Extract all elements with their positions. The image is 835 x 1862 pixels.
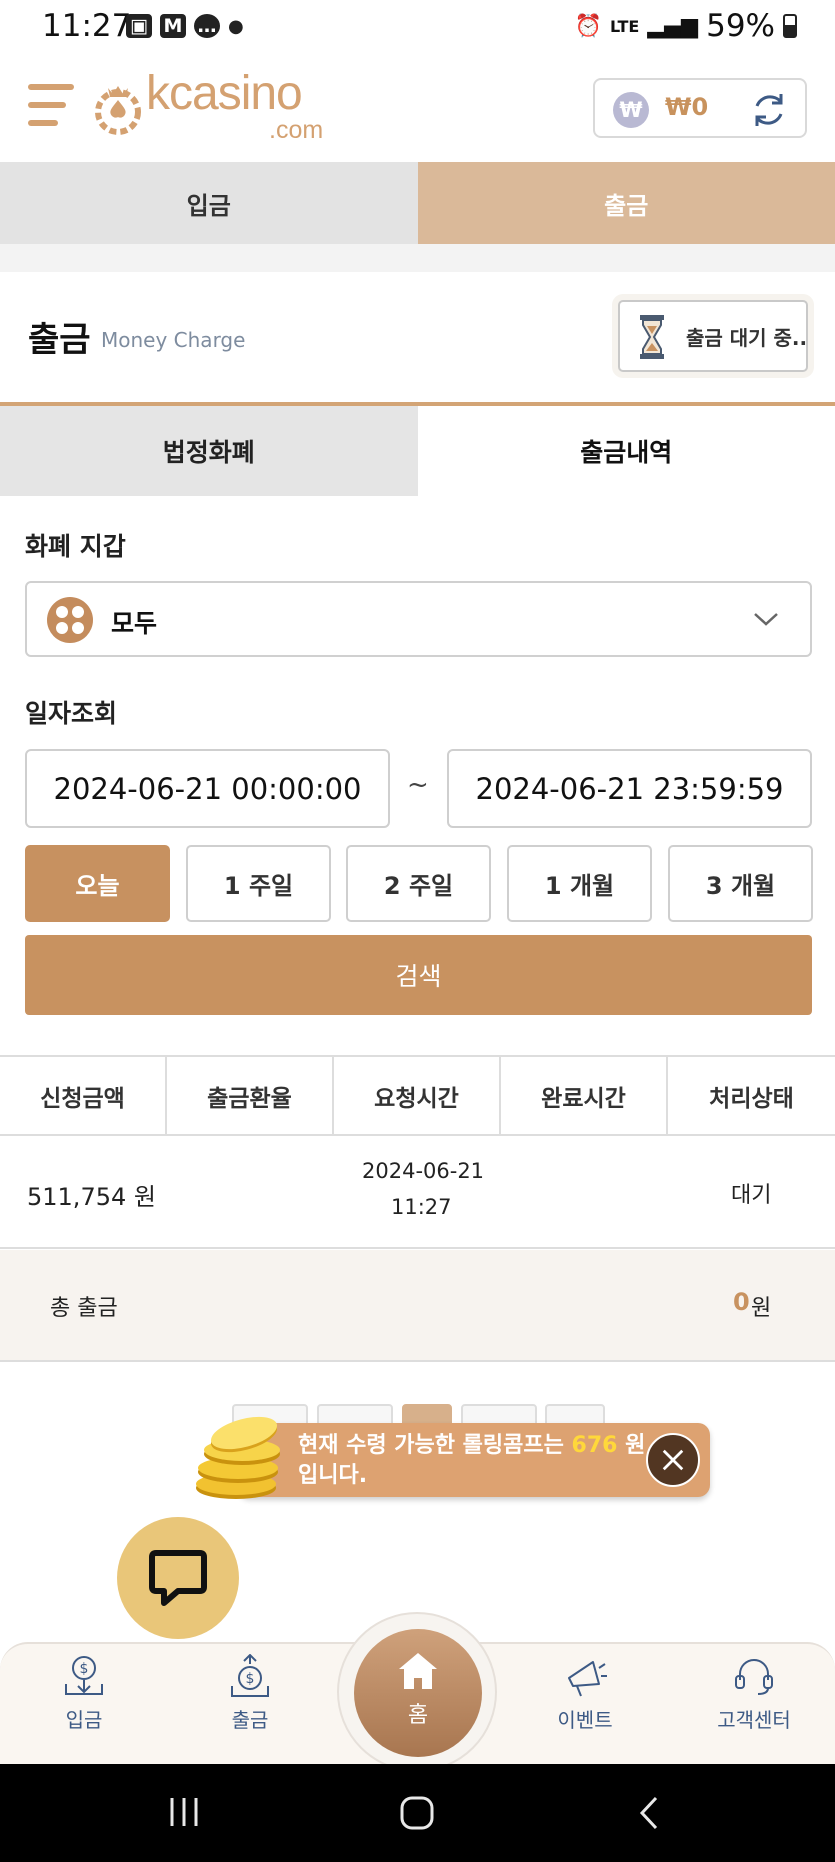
- status-bar: 11:27 ▣ M … ● ⏰ LTE ▂▄▆ 59%: [0, 0, 835, 54]
- tab-deposit[interactable]: 입금: [0, 162, 418, 244]
- nav-event-label: 이벤트: [557, 1708, 613, 1732]
- date-separator: ~: [407, 770, 429, 800]
- system-nav-bar: [0, 1764, 835, 1862]
- row-amount: 511,754 원: [27, 1183, 156, 1211]
- table-header: 신청금액 출금환율 요청시간 완료시간 처리상태: [0, 1055, 835, 1136]
- nav-withdraw-label: 출금: [231, 1708, 269, 1732]
- nav-event[interactable]: 이벤트: [525, 1654, 645, 1733]
- table-row: 511,754 원 2024-06-21 11:27 대기: [0, 1137, 835, 1249]
- refresh-icon[interactable]: [747, 88, 791, 132]
- won-coin-icon: ₩: [613, 92, 649, 128]
- wallet-filter-label: 화폐 지갑: [25, 532, 126, 561]
- status-time: 11:27: [42, 8, 132, 44]
- battery-percent: 59%: [706, 8, 775, 44]
- nav-home[interactable]: 홈: [354, 1629, 482, 1757]
- home-system-icon[interactable]: [398, 1794, 436, 1832]
- pending-withdraw-button[interactable]: 출금 대기 중..: [618, 300, 808, 372]
- app-header: kcasino .com ₩ ₩0: [0, 54, 835, 162]
- chevron-down-icon: [754, 613, 778, 626]
- chat-button[interactable]: [117, 1517, 239, 1639]
- svg-text:$: $: [80, 1661, 89, 1677]
- notification-icons: ▣ M … ●: [126, 14, 244, 38]
- gallery-icon: ▣: [126, 14, 152, 38]
- logo-domain: .com: [269, 116, 324, 144]
- tab-withdraw[interactable]: 출금: [417, 162, 835, 244]
- menu-icon[interactable]: [28, 84, 74, 128]
- nav-home-label: 홈: [407, 1703, 429, 1728]
- row-request-time: 11:27: [391, 1195, 452, 1219]
- range-1month-button[interactable]: 1 개월: [507, 845, 652, 922]
- total-value: 0: [733, 1288, 750, 1316]
- chat-icon: [149, 1550, 207, 1606]
- row-request-date: 2024-06-21: [362, 1159, 485, 1183]
- col-status[interactable]: 처리상태: [668, 1057, 835, 1134]
- nav-deposit[interactable]: $ 입금: [24, 1654, 144, 1733]
- nav-deposit-label: 입금: [65, 1708, 103, 1732]
- range-today-button[interactable]: 오늘: [25, 845, 170, 922]
- rolling-comp-banner[interactable]: 현재 수령 가능한 롤링콤프는 676 원 입니다.: [238, 1423, 710, 1497]
- date-filter-label: 일자조회: [25, 699, 118, 728]
- banner-text-before: 현재 수령 가능한 롤링콤프는: [298, 1433, 572, 1458]
- alarm-icon: ⏰: [574, 13, 602, 39]
- page-title: 출금: [28, 320, 91, 360]
- pending-withdraw-label: 출금 대기 중..: [686, 326, 808, 350]
- page-subtitle: Money Charge: [101, 328, 246, 352]
- nav-support-label: 고객센터: [717, 1708, 791, 1732]
- home-icon: [399, 1653, 437, 1689]
- battery-icon: [783, 14, 797, 38]
- total-label: 총 출금: [50, 1296, 118, 1321]
- dot-icon: ●: [228, 15, 244, 37]
- message-icon: …: [194, 14, 220, 38]
- total-row: 총 출금 0 원: [0, 1250, 835, 1362]
- range-3month-button[interactable]: 3 개월: [668, 845, 813, 922]
- range-1week-button[interactable]: 1 주일: [186, 845, 331, 922]
- nav-withdraw[interactable]: $ 출금: [190, 1653, 310, 1733]
- col-rate[interactable]: 출금환율: [167, 1057, 334, 1134]
- sub-tabs: 법정화폐 출금내역: [0, 406, 835, 496]
- col-request-time[interactable]: 요청시간: [334, 1057, 501, 1134]
- divider: [0, 244, 835, 272]
- top-tabs: 입금 출금: [0, 162, 835, 244]
- end-date-input[interactable]: 2024-06-21 23:59:59: [447, 749, 812, 828]
- logo-text: kcasino: [146, 67, 303, 120]
- banner-amount: 676: [571, 1433, 618, 1458]
- start-date-input[interactable]: 2024-06-21 00:00:00: [25, 749, 390, 828]
- col-complete-time[interactable]: 완료시간: [501, 1057, 668, 1134]
- logo-chip-icon: [95, 86, 141, 135]
- range-2week-button[interactable]: 2 주일: [346, 845, 491, 922]
- close-icon[interactable]: [646, 1433, 700, 1487]
- logo[interactable]: kcasino .com: [94, 67, 334, 144]
- headset-icon: [735, 1659, 773, 1695]
- network-type: LTE: [609, 16, 640, 36]
- status-right: ⏰ LTE ▂▄▆ 59%: [575, 8, 797, 44]
- banner-text: 현재 수령 가능한 롤링콤프는 676 원 입니다.: [298, 1431, 658, 1491]
- tab-withdraw-history[interactable]: 출금내역: [417, 406, 835, 496]
- tab-fiat[interactable]: 법정화폐: [0, 406, 418, 496]
- signal-icon: ▂▄▆: [647, 13, 699, 39]
- svg-text:$: $: [246, 1671, 255, 1687]
- hourglass-icon: [640, 315, 664, 359]
- total-unit: 원: [751, 1296, 772, 1321]
- row-status: 대기: [731, 1183, 772, 1208]
- grid-icon: [47, 597, 93, 643]
- gold-coins-icon: [196, 1416, 280, 1499]
- back-icon[interactable]: [636, 1794, 666, 1832]
- wallet-select[interactable]: 모두: [25, 581, 812, 657]
- wallet-balance: ₩ ₩0: [593, 78, 807, 138]
- gmail-icon: M: [160, 14, 186, 38]
- nav-support[interactable]: 고객센터: [694, 1654, 814, 1733]
- megaphone-icon: [568, 1661, 607, 1697]
- section-header: 출금 Money Charge 출금 대기 중..: [0, 272, 835, 406]
- col-amount[interactable]: 신청금액: [0, 1057, 167, 1134]
- withdraw-icon: $: [231, 1653, 269, 1697]
- recent-apps-icon[interactable]: [166, 1794, 202, 1830]
- wallet-select-value: 모두: [111, 609, 158, 638]
- search-button[interactable]: 검색: [25, 935, 812, 1015]
- balance-amount: ₩0: [665, 93, 709, 121]
- deposit-icon: $: [65, 1656, 103, 1695]
